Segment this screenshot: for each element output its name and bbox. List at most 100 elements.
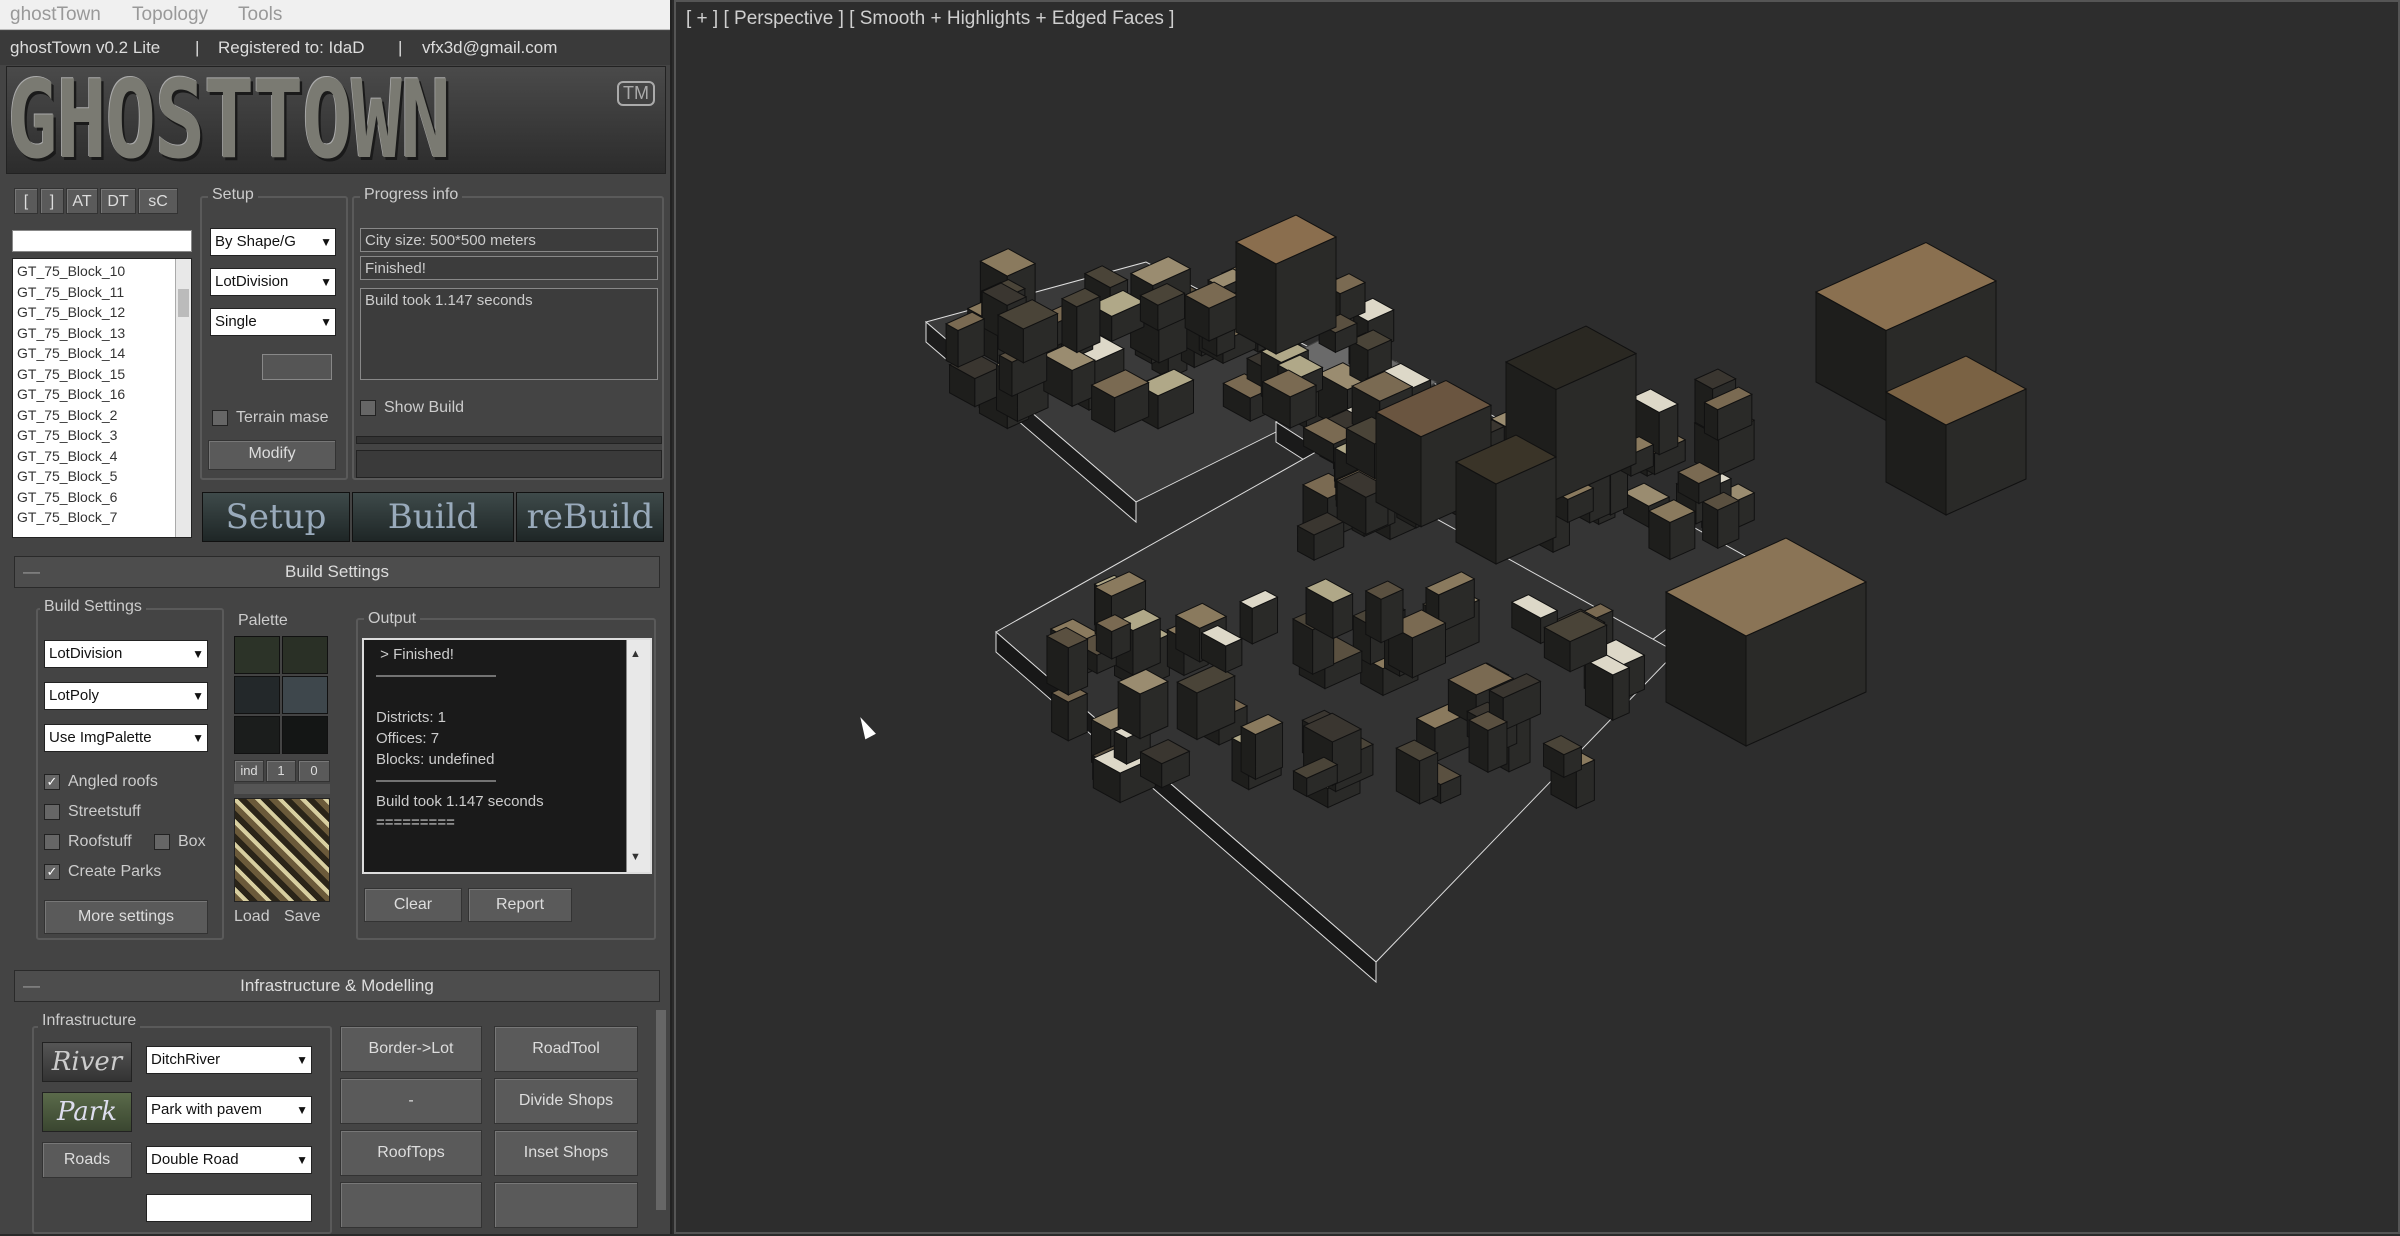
palette-swatch[interactable] — [282, 716, 328, 754]
building-face — [1239, 600, 1253, 645]
block-list-item[interactable]: GT_75_Block_5 — [13, 466, 191, 487]
block-list-item[interactable]: GT_75_Block_3 — [13, 425, 191, 446]
palette-image-preview[interactable] — [234, 798, 330, 902]
palette-ind-button[interactable]: ind — [234, 760, 264, 782]
value-spinner[interactable] — [262, 354, 332, 380]
email-text: vfx3d@gmail.com — [422, 38, 558, 57]
terrain-mase-label: Terrain mase — [236, 409, 329, 426]
block-list-item[interactable]: GT_75_Block_12 — [13, 302, 191, 323]
palette-mode-value: Use ImgPalette — [49, 729, 152, 746]
angled-roofs-checkbox[interactable]: ✓ Angled roofs — [44, 770, 158, 794]
division-mode-select[interactable]: LotDivision ▼ — [210, 268, 336, 296]
dash-button[interactable]: - — [340, 1078, 482, 1124]
palette-save-button[interactable]: Save — [284, 908, 321, 926]
block-list-item[interactable]: GT_75_Block_7 — [13, 507, 191, 528]
palette-swatch[interactable] — [234, 636, 280, 674]
palette-mode-select[interactable]: Use ImgPalette ▼ — [44, 724, 208, 752]
setup-action-button[interactable]: Setup — [202, 492, 350, 542]
clear-button[interactable]: Clear — [364, 888, 462, 922]
modify-button[interactable]: Modify — [208, 440, 336, 470]
count-mode-select[interactable]: Single ▼ — [210, 308, 336, 336]
scrollbar-thumb[interactable] — [178, 289, 189, 317]
block-list-item[interactable]: GT_75_Block_13 — [13, 323, 191, 344]
build-time-field: Build took 1.147 seconds — [360, 288, 658, 380]
terrain-mase-checkbox[interactable]: Terrain mase — [212, 406, 328, 430]
more-shops-button[interactable] — [494, 1182, 638, 1228]
park-type-select[interactable]: Park with pavem ▼ — [146, 1096, 312, 1124]
shape-mode-select[interactable]: By Shape/G ▼ — [210, 228, 336, 256]
palette-load-button[interactable]: Load — [234, 908, 270, 926]
block-list-item[interactable]: GT_75_Block_2 — [13, 405, 191, 426]
more-settings-button[interactable]: More settings — [44, 900, 208, 934]
extra-type-select[interactable] — [146, 1194, 312, 1222]
infrastructure-rollout[interactable]: — Infrastructure & Modelling — [14, 970, 660, 1002]
border-to-lot-button[interactable]: Border->Lot — [340, 1026, 482, 1072]
park-icon[interactable]: Park — [42, 1092, 132, 1132]
block-list-item[interactable]: GT_75_Block_10 — [13, 261, 191, 282]
bracket-close-button[interactable]: ] — [40, 188, 64, 214]
palette-one-button[interactable]: 1 — [266, 760, 296, 782]
block-list-item[interactable]: GT_75_Block_16 — [13, 384, 191, 405]
menu-topology[interactable]: Topology — [132, 4, 208, 26]
palette-swatch[interactable] — [234, 676, 280, 714]
menu-ghosttown[interactable]: ghostTown — [10, 4, 101, 26]
output-scrollbar[interactable]: ▲ ▼ — [626, 640, 650, 872]
road-type-select[interactable]: Double Road ▼ — [146, 1146, 312, 1174]
dt-button[interactable]: DT — [100, 188, 136, 214]
chevron-down-icon: ▼ — [296, 1153, 308, 1167]
scroll-down-icon[interactable]: ▼ — [630, 847, 641, 868]
block-list-item[interactable]: GT_75_Block_15 — [13, 364, 191, 385]
angled-roofs-label: Angled roofs — [68, 773, 158, 790]
roads-button[interactable]: Roads — [42, 1142, 132, 1178]
park-type-value: Park with pavem — [151, 1101, 262, 1118]
menu-tools[interactable]: Tools — [238, 4, 282, 26]
block-list-item[interactable]: GT_75_Block_6 — [13, 487, 191, 508]
palette-zero-button[interactable]: 0 — [298, 760, 330, 782]
output-line: > Finished! — [376, 646, 454, 663]
palette-swatches[interactable] — [234, 636, 330, 756]
block-list[interactable]: GT_75_Block_10 GT_75_Block_11 GT_75_Block_… — [12, 258, 192, 538]
palette-swatch[interactable] — [234, 716, 280, 754]
box-checkbox[interactable]: Box — [154, 830, 206, 854]
block-filter-input[interactable] — [12, 230, 192, 252]
river-type-select[interactable]: DitchRiver ▼ — [146, 1046, 312, 1074]
lot-division-select[interactable]: LotDivision ▼ — [44, 640, 208, 668]
palette-swatch[interactable] — [282, 636, 328, 674]
block-list-item[interactable]: GT_75_Block_4 — [13, 446, 191, 467]
report-button[interactable]: Report — [468, 888, 572, 922]
perspective-viewport[interactable]: [ + ] [ Perspective ] [ Smooth + Highlig… — [674, 0, 2400, 1234]
progress-bar-secondary — [356, 450, 662, 478]
panel-scrollbar[interactable] — [656, 1010, 666, 1210]
block-list-scrollbar[interactable] — [175, 259, 191, 537]
at-button[interactable]: AT — [66, 188, 98, 214]
lot-poly-select[interactable]: LotPoly ▼ — [44, 682, 208, 710]
palette-swatch[interactable] — [282, 676, 328, 714]
bracket-open-button[interactable]: [ — [14, 188, 38, 214]
show-build-checkbox[interactable]: Show Build — [360, 396, 464, 420]
block-list-item[interactable]: GT_75_Block_14 — [13, 343, 191, 364]
create-parks-checkbox[interactable]: ✓ Create Parks — [44, 860, 161, 884]
divide-shops-button[interactable]: Divide Shops — [494, 1078, 638, 1124]
block-list-item[interactable]: GT_75_Block_11 — [13, 282, 191, 303]
output-line: Districts: 1 — [376, 709, 447, 726]
more-infra-button[interactable] — [340, 1182, 482, 1228]
chevron-down-icon: ▼ — [320, 315, 332, 329]
sc-button[interactable]: sC — [138, 188, 178, 214]
rooftops-button[interactable]: RoofTops — [340, 1130, 482, 1176]
river-icon[interactable]: River — [42, 1042, 132, 1082]
info-bar: ghostTown v0.2 Lite | Registered to: Ida… — [0, 31, 670, 65]
output-line: Blocks: undefined — [376, 751, 495, 768]
rebuild-action-button[interactable]: reBuild — [516, 492, 664, 542]
output-line: ========= — [376, 814, 455, 831]
output-label: Output — [364, 610, 421, 628]
streetstuff-checkbox[interactable]: Streetstuff — [44, 800, 141, 824]
scroll-up-icon[interactable]: ▲ — [630, 644, 641, 665]
output-line: Build took 1.147 seconds — [376, 793, 544, 810]
inset-shops-button[interactable]: Inset Shops — [494, 1130, 638, 1176]
output-log: > Finished! ———————— Districts: 1 Offices: … — [362, 638, 652, 874]
build-settings-rollout[interactable]: — Build Settings — [14, 556, 660, 588]
roofstuff-checkbox[interactable]: Roofstuff — [44, 830, 132, 854]
build-action-button[interactable]: Build — [352, 492, 514, 542]
chevron-down-icon: ▼ — [192, 689, 204, 703]
road-tool-button[interactable]: RoadTool — [494, 1026, 638, 1072]
